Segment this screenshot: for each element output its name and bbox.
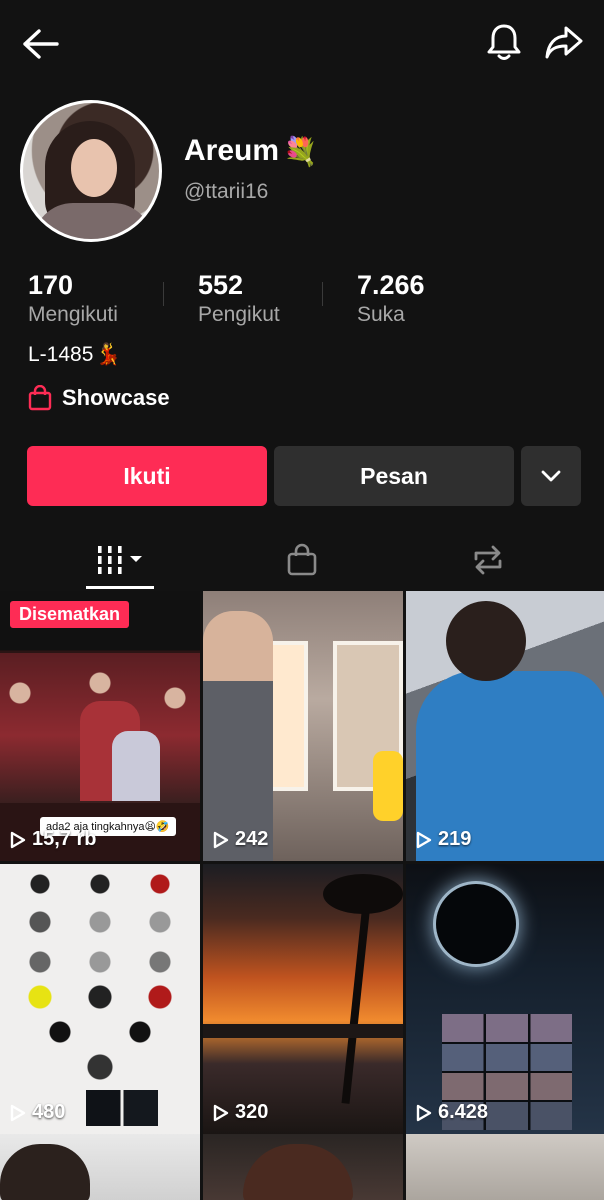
view-count-value: 6.428 (438, 1101, 489, 1123)
back-arrow-icon[interactable] (18, 22, 62, 66)
play-icon (416, 831, 432, 848)
avatar-face (71, 139, 117, 197)
pinned-badge: Disematkan (10, 601, 130, 628)
tab-reposts[interactable] (388, 530, 588, 590)
profile-tabs (0, 530, 604, 590)
view-count: 480 (10, 1101, 65, 1124)
view-count: 219 (416, 828, 471, 851)
bio-text: L-1485 (28, 343, 94, 366)
thumbnail-eclipse (436, 884, 516, 964)
play-icon (10, 1104, 26, 1121)
view-count: 242 (213, 828, 268, 851)
view-count-value: 15,7 rb (32, 828, 97, 850)
play-icon (10, 831, 26, 848)
thumbnail-scene (203, 1024, 403, 1038)
view-count: 6.428 (416, 1101, 488, 1124)
thumbnail-toy (373, 751, 403, 821)
avatar[interactable] (20, 100, 162, 242)
showcase-label: Showcase (62, 385, 170, 410)
video-thumbnail[interactable] (406, 1134, 604, 1200)
stat-likes[interactable]: 7.266 Suka (357, 270, 425, 327)
thumbnail-figure (0, 1144, 90, 1200)
showcase-link[interactable]: Showcase (28, 385, 170, 411)
stat-likes-label: Suka (357, 303, 405, 326)
thumbnail-figure (243, 1144, 353, 1200)
thumbnail-figure (112, 731, 160, 801)
video-thumbnail[interactable]: 219 (406, 591, 604, 861)
stat-followers-value: 552 (198, 270, 244, 300)
play-icon (416, 1104, 432, 1121)
profile-name: Areum (184, 134, 280, 167)
tab-shop[interactable] (202, 530, 402, 590)
bell-icon[interactable] (482, 20, 526, 64)
message-button[interactable]: Pesan (274, 446, 514, 506)
repost-icon (474, 545, 502, 575)
shopping-bag-icon (287, 543, 317, 576)
view-count-value: 480 (32, 1101, 66, 1123)
thumbnail-figure (446, 601, 526, 681)
video-thumbnail[interactable] (0, 1134, 200, 1200)
avatar-shirt (33, 203, 153, 239)
profile-page: Areum 💐 @ttarii16 170 Mengikuti 552 Peng… (0, 0, 604, 1200)
video-thumbnail[interactable]: Disematkan ada2 aja tingkahnya😫🤣 15,7 rb (0, 591, 200, 861)
thumbnail-palm (323, 874, 403, 914)
view-count: 320 (213, 1101, 268, 1124)
view-count: 15,7 rb (10, 828, 96, 851)
videos-grid-icon (94, 546, 142, 574)
view-count-value: 242 (235, 828, 269, 850)
video-thumbnail[interactable]: 6.428 (406, 864, 604, 1134)
thumbnail-logo-collage (20, 872, 180, 1092)
profile-stats: 170 Mengikuti 552 Pengikut 7.266 Suka (0, 270, 604, 332)
play-icon (213, 831, 229, 848)
active-tab-indicator (86, 586, 154, 589)
shopping-bag-icon (28, 385, 52, 411)
share-arrow-icon[interactable] (540, 20, 588, 64)
top-bar (0, 0, 604, 90)
stat-following[interactable]: 170 Mengikuti (28, 270, 118, 327)
stat-likes-value: 7.266 (357, 270, 425, 300)
video-thumbnail[interactable]: 242 (203, 591, 403, 861)
stat-divider (163, 282, 164, 306)
stat-followers[interactable]: 552 Pengikut (198, 270, 280, 327)
profile-handle: @ttarii16 (184, 180, 269, 203)
dancer-emoji: 💃 (95, 343, 122, 366)
thumbnail-scene (86, 1090, 158, 1126)
view-count-value: 320 (235, 1101, 269, 1123)
stat-divider (322, 282, 323, 306)
more-options-button[interactable] (521, 446, 581, 506)
play-icon (213, 1104, 229, 1121)
bouquet-emoji: 💐 (283, 135, 318, 167)
stat-following-label: Mengikuti (28, 303, 118, 326)
tab-videos[interactable] (20, 530, 220, 590)
profile-bio: L-1485 💃 (28, 343, 122, 367)
thumbnail-figure (203, 611, 273, 861)
stat-following-value: 170 (28, 270, 74, 300)
video-thumbnail[interactable]: 320 (203, 864, 403, 1134)
profile-name-row: Areum 💐 (184, 134, 318, 168)
view-count-value: 219 (438, 828, 472, 850)
chevron-down-icon (541, 470, 561, 482)
thumbnail-palm (341, 884, 373, 1104)
stat-followers-label: Pengikut (198, 303, 280, 326)
video-thumbnail[interactable] (203, 1134, 403, 1200)
video-thumbnail[interactable]: 480 (0, 864, 200, 1134)
follow-button[interactable]: Ikuti (27, 446, 267, 506)
